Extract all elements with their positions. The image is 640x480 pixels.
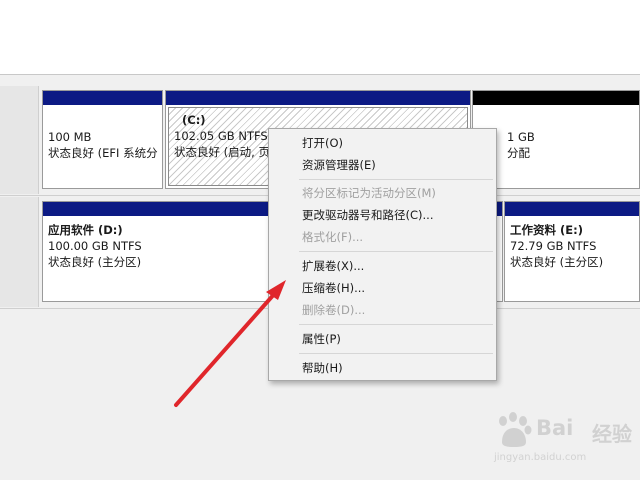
- partition-info: 工作资料 (E:) 72.79 GB NTFS 状态良好 (主分区): [505, 216, 639, 301]
- partition-bar: [473, 91, 639, 105]
- partition-e[interactable]: 工作资料 (E:) 72.79 GB NTFS 状态良好 (主分区): [504, 201, 640, 302]
- partition-status: 状态良好 (主分区): [510, 255, 604, 269]
- partition-status: 状态良好 (EFI 系统分: [48, 146, 158, 160]
- menu-separator: [299, 179, 493, 180]
- partition-info: 100 MB 状态良好 (EFI 系统分: [43, 105, 162, 188]
- menu-item-extend-volume[interactable]: 扩展卷(X)...: [269, 255, 496, 277]
- menu-item-explorer[interactable]: 资源管理器(E): [269, 154, 496, 176]
- context-menu: 打开(O) 资源管理器(E) 将分区标记为活动分区(M) 更改驱动器号和路径(C…: [268, 128, 497, 381]
- menu-item-mark-active[interactable]: 将分区标记为活动分区(M): [269, 182, 496, 204]
- partition-title: (C:): [182, 113, 206, 127]
- partition-efi[interactable]: 100 MB 状态良好 (EFI 系统分: [42, 90, 163, 189]
- volume-list-area: [0, 0, 640, 74]
- partition-unallocated[interactable]: 1 GB 分配: [472, 90, 640, 189]
- watermark-brand: Bai: [536, 416, 574, 440]
- partition-bar: [505, 202, 639, 216]
- menu-item-help[interactable]: 帮助(H): [269, 357, 496, 379]
- partition-bar: [166, 91, 470, 105]
- paw-icon: [499, 412, 532, 447]
- menu-item-delete-volume[interactable]: 删除卷(D)...: [269, 299, 496, 321]
- menu-item-format[interactable]: 格式化(F)...: [269, 226, 496, 248]
- partition-size: 100 MB: [48, 130, 92, 144]
- menu-item-shrink-volume[interactable]: 压缩卷(H)...: [269, 277, 496, 299]
- partition-size: 72.79 GB NTFS: [510, 239, 597, 253]
- disk-0-label[interactable]: [0, 86, 39, 194]
- watermark-url: jingyan.baidu.com: [494, 452, 587, 463]
- menu-item-change-drive-letter[interactable]: 更改驱动器号和路径(C)...: [269, 204, 496, 226]
- partition-status: 分配: [507, 146, 530, 160]
- menu-separator: [299, 324, 493, 325]
- baidu-watermark: Bai 经验 jingyan.baidu.com: [488, 410, 638, 478]
- partition-bar: [43, 91, 162, 105]
- watermark-brand-suffix: 经验: [592, 422, 632, 446]
- menu-item-open[interactable]: 打开(O): [269, 132, 496, 154]
- menu-separator: [299, 353, 493, 354]
- menu-separator: [299, 251, 493, 252]
- partition-title: 工作资料 (E:): [510, 223, 583, 237]
- partition-size: 1 GB: [507, 130, 535, 144]
- menu-item-properties[interactable]: 属性(P): [269, 328, 496, 350]
- partition-info: 1 GB 分配: [473, 105, 639, 188]
- disk-1-label[interactable]: [0, 197, 39, 307]
